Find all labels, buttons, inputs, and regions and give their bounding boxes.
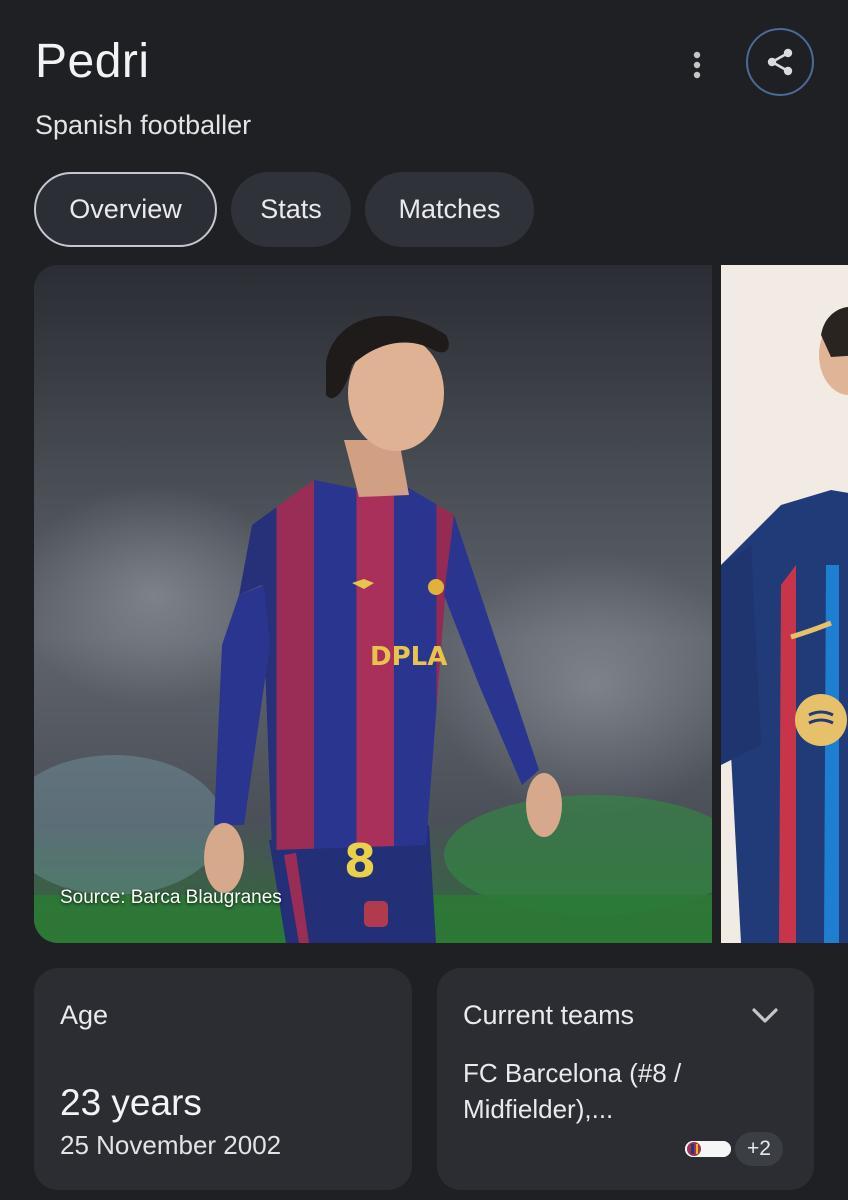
page-subtitle: Spanish footballer — [35, 110, 252, 140]
tab-stats[interactable]: Stats — [231, 172, 351, 247]
shirt-number: 8 — [344, 834, 376, 888]
tab-matches[interactable]: Matches — [365, 172, 534, 247]
age-card: Age 23 years 25 November 2002 — [34, 968, 412, 1190]
tab-bar: Overview Stats Matches — [34, 172, 534, 247]
fc-barcelona-logo-icon — [685, 1141, 731, 1157]
team-logos: +2 — [685, 1132, 783, 1166]
page-title: Pedri — [35, 35, 150, 88]
current-teams-card[interactable]: Current teams FC Barcelona (#8 / Midfiel… — [437, 968, 814, 1190]
knowledge-panel: Pedri Spanish footballer Overview Stats … — [0, 0, 848, 1200]
more-teams-badge[interactable]: +2 — [735, 1132, 783, 1166]
more-vert-icon — [693, 51, 701, 79]
chevron-down-icon[interactable] — [750, 1004, 780, 1028]
share-button[interactable] — [746, 28, 814, 96]
player-photo-secondary-illustration — [721, 265, 848, 943]
share-icon — [767, 48, 793, 76]
age-value: 23 years — [60, 1082, 202, 1123]
team-name: FC Barcelona (#8 / Midfielder),... — [463, 1058, 682, 1124]
image-source-caption: Source: Barca Blaugranes — [60, 887, 282, 908]
image-carousel: DPLA 8 Source: Barca Blaugranes — [34, 265, 848, 943]
tab-overview[interactable]: Overview — [34, 172, 217, 247]
birth-date: 25 November 2002 — [60, 1130, 282, 1160]
sponsor-text: DPLA — [370, 642, 447, 672]
player-photo[interactable]: DPLA 8 Source: Barca Blaugranes — [34, 265, 712, 943]
current-teams-label: Current teams — [463, 1000, 635, 1030]
age-label: Age — [60, 1000, 109, 1030]
player-photo-secondary[interactable] — [721, 265, 848, 943]
player-photo-illustration: DPLA 8 — [34, 265, 712, 943]
more-options-button[interactable] — [677, 45, 717, 85]
